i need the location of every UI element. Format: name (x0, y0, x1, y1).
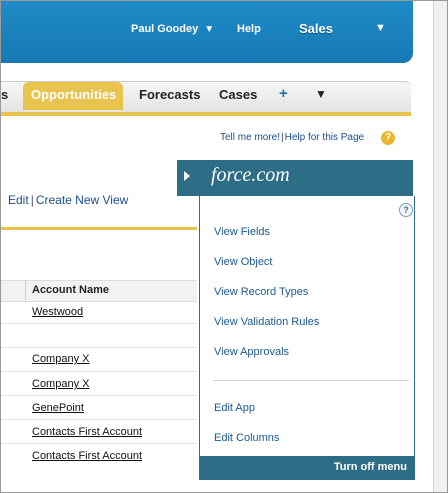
user-menu-caret-icon: ▼ (204, 24, 215, 35)
more-tabs-chevron-down-icon[interactable]: ▼ (315, 87, 327, 101)
tab-partial[interactable]: s (1, 87, 8, 102)
tab-opportunities-label: Opportunities (31, 87, 117, 102)
table-row-divider (1, 371, 197, 372)
force-menu-divider (213, 380, 409, 381)
table-row-account-link[interactable]: Company X (32, 353, 89, 365)
help-for-page-link[interactable]: Help for this Page (285, 132, 365, 143)
force-menu-footer: Turn off menu (199, 456, 415, 480)
tell-me-more-link[interactable]: Tell me more! (220, 132, 280, 143)
help-question-icon[interactable]: ? (381, 131, 395, 145)
turn-off-menu-button[interactable]: Turn off menu (334, 461, 407, 473)
browser-frame: Paul Goodey ▼ Help Sales ▼ s Opportunitie… (0, 0, 448, 493)
app-header: Paul Goodey ▼ Help Sales ▼ (1, 1, 413, 63)
tab-opportunities[interactable]: Opportunities (23, 82, 123, 110)
vertical-scrollbar[interactable] (433, 1, 447, 492)
help-links: Tell me more!|Help for this Page (220, 132, 364, 143)
menu-item-view-record-types[interactable]: View Record Types (214, 286, 308, 298)
section-divider (1, 227, 197, 230)
force-menu-arrow-icon[interactable] (184, 171, 190, 181)
table-row-divider (1, 347, 197, 348)
view-links: Edit | Create New View (8, 193, 128, 207)
view-links-separator: | (30, 193, 34, 207)
force-menu-help-icon[interactable]: ? (399, 203, 413, 217)
help-links-separator: | (281, 132, 284, 143)
menu-item-view-approvals[interactable]: View Approvals (214, 346, 289, 358)
menu-item-view-fields[interactable]: View Fields (214, 226, 270, 238)
table-row-divider (1, 395, 197, 396)
menu-item-view-object[interactable]: View Object (214, 256, 273, 268)
menu-item-edit-columns[interactable]: Edit Columns (214, 432, 279, 444)
menu-item-view-validation-rules[interactable]: View Validation Rules (214, 316, 319, 328)
tab-forecasts[interactable]: Forecasts (139, 87, 200, 102)
table-row-account-link[interactable]: Company X (32, 378, 89, 390)
table-row-account-link[interactable]: GenePoint (32, 402, 84, 414)
table-header-separator (25, 280, 26, 300)
edit-view-link[interactable]: Edit (8, 193, 29, 207)
tab-cases[interactable]: Cases (219, 87, 257, 102)
help-link[interactable]: Help (237, 23, 261, 35)
table-row-divider (1, 323, 197, 324)
table-row-account-link[interactable]: Contacts First Account (32, 426, 142, 438)
column-header-account-name[interactable]: Account Name (32, 284, 109, 296)
table-row-divider (1, 443, 197, 444)
menu-item-edit-app[interactable]: Edit App (214, 402, 255, 414)
force-com-logo: force.com (211, 164, 290, 186)
add-tab-plus-icon[interactable]: + (279, 85, 288, 102)
create-new-view-link[interactable]: Create New View (36, 193, 128, 207)
user-menu[interactable]: Paul Goodey ▼ (131, 23, 214, 35)
table-row-divider (1, 419, 197, 420)
app-switcher-caret-icon[interactable]: ▼ (375, 22, 386, 34)
app-switcher-label[interactable]: Sales (299, 21, 333, 36)
user-name: Paul Goodey (131, 23, 199, 35)
table-row-account-link[interactable]: Contacts First Account (32, 450, 142, 462)
table-row-account-link[interactable]: Westwood (32, 306, 83, 318)
